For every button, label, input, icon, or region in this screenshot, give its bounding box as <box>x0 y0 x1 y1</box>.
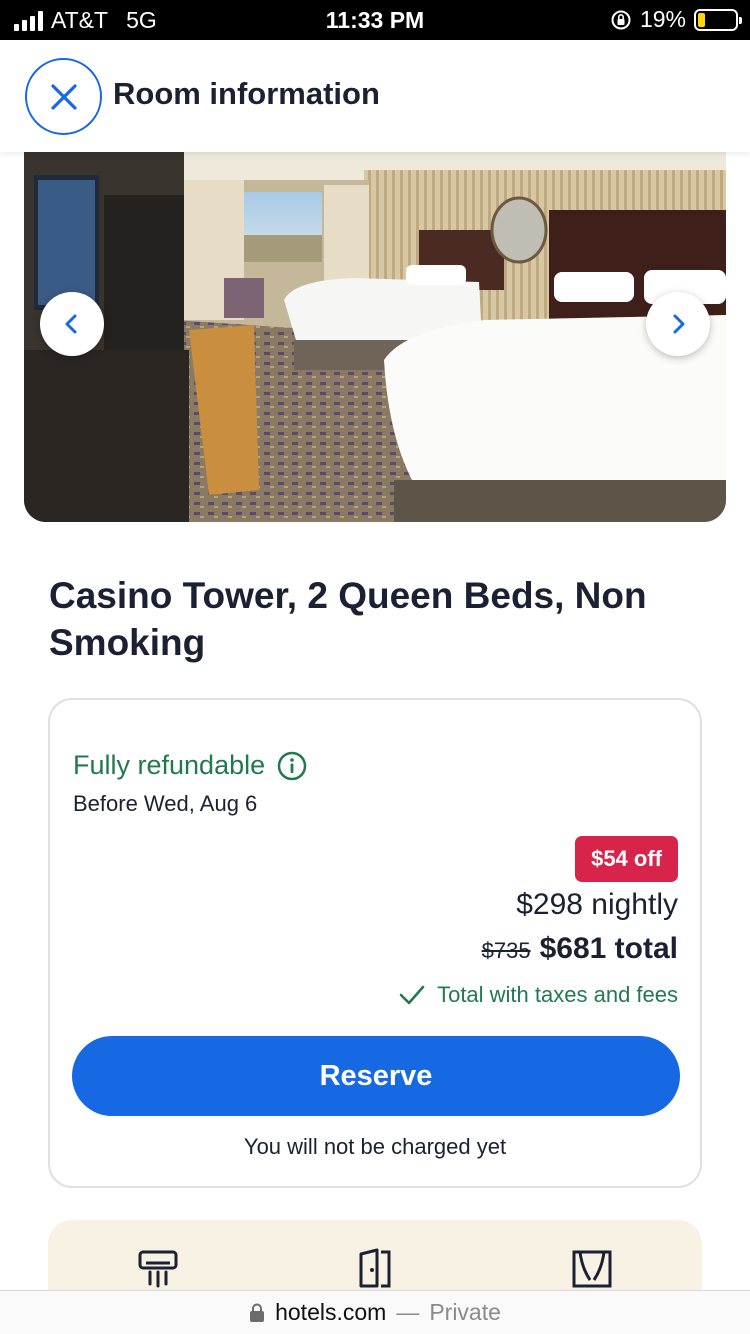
door-icon <box>353 1246 397 1290</box>
close-icon <box>50 83 77 110</box>
taxes-note: Total with taxes and fees <box>437 982 678 1007</box>
page-title: Room information <box>113 76 380 111</box>
total-price: $681 total <box>539 932 678 965</box>
price-card: Fully refundable Before Wed, Aug 6 $54 o… <box>48 698 702 1188</box>
refund-label: Fully refundable <box>73 750 266 780</box>
original-total: $735 <box>481 938 531 963</box>
battery-icon <box>694 8 742 31</box>
browser-url-bar[interactable]: hotels.com — Private <box>0 1290 750 1334</box>
charge-note: You will not be charged yet <box>243 1134 507 1159</box>
check-icon <box>399 985 425 1005</box>
private-mode-label: Private <box>429 1299 501 1325</box>
orientation-lock-icon <box>611 10 631 29</box>
air-conditioning-icon <box>136 1246 180 1290</box>
chevron-right-icon <box>673 314 685 334</box>
room-photo-illustration <box>24 150 726 522</box>
room-photo[interactable] <box>24 150 726 522</box>
gallery-prev-button[interactable] <box>40 292 104 356</box>
close-button[interactable] <box>25 58 102 135</box>
chevron-left-icon <box>65 314 77 334</box>
refund-deadline: Before Wed, Aug 6 <box>73 791 258 816</box>
status-bar: AT&T 5G 11:33 PM 19% <box>0 0 750 40</box>
reserve-button[interactable]: Reserve <box>72 1036 680 1116</box>
gallery-next-button[interactable] <box>646 292 710 356</box>
url-domain: hotels.com <box>275 1299 387 1325</box>
discount-badge: $54 off <box>575 836 678 882</box>
taxes-note-row: Total with taxes and fees <box>399 982 678 1008</box>
room-title: Casino Tower, 2 Queen Beds, Non Smoking <box>49 575 647 663</box>
lock-icon <box>250 1303 265 1322</box>
total-price-row: $735 $681 total <box>482 932 678 966</box>
url-separator: — <box>396 1299 420 1325</box>
battery-percent: 19% <box>639 6 686 32</box>
info-icon[interactable] <box>277 751 307 781</box>
refund-row: Fully refundable <box>73 750 307 781</box>
curtains-icon <box>570 1246 614 1290</box>
status-right: 19% <box>610 6 742 33</box>
header: Room information <box>0 40 750 152</box>
nightly-price: $298 nightly <box>516 888 678 921</box>
